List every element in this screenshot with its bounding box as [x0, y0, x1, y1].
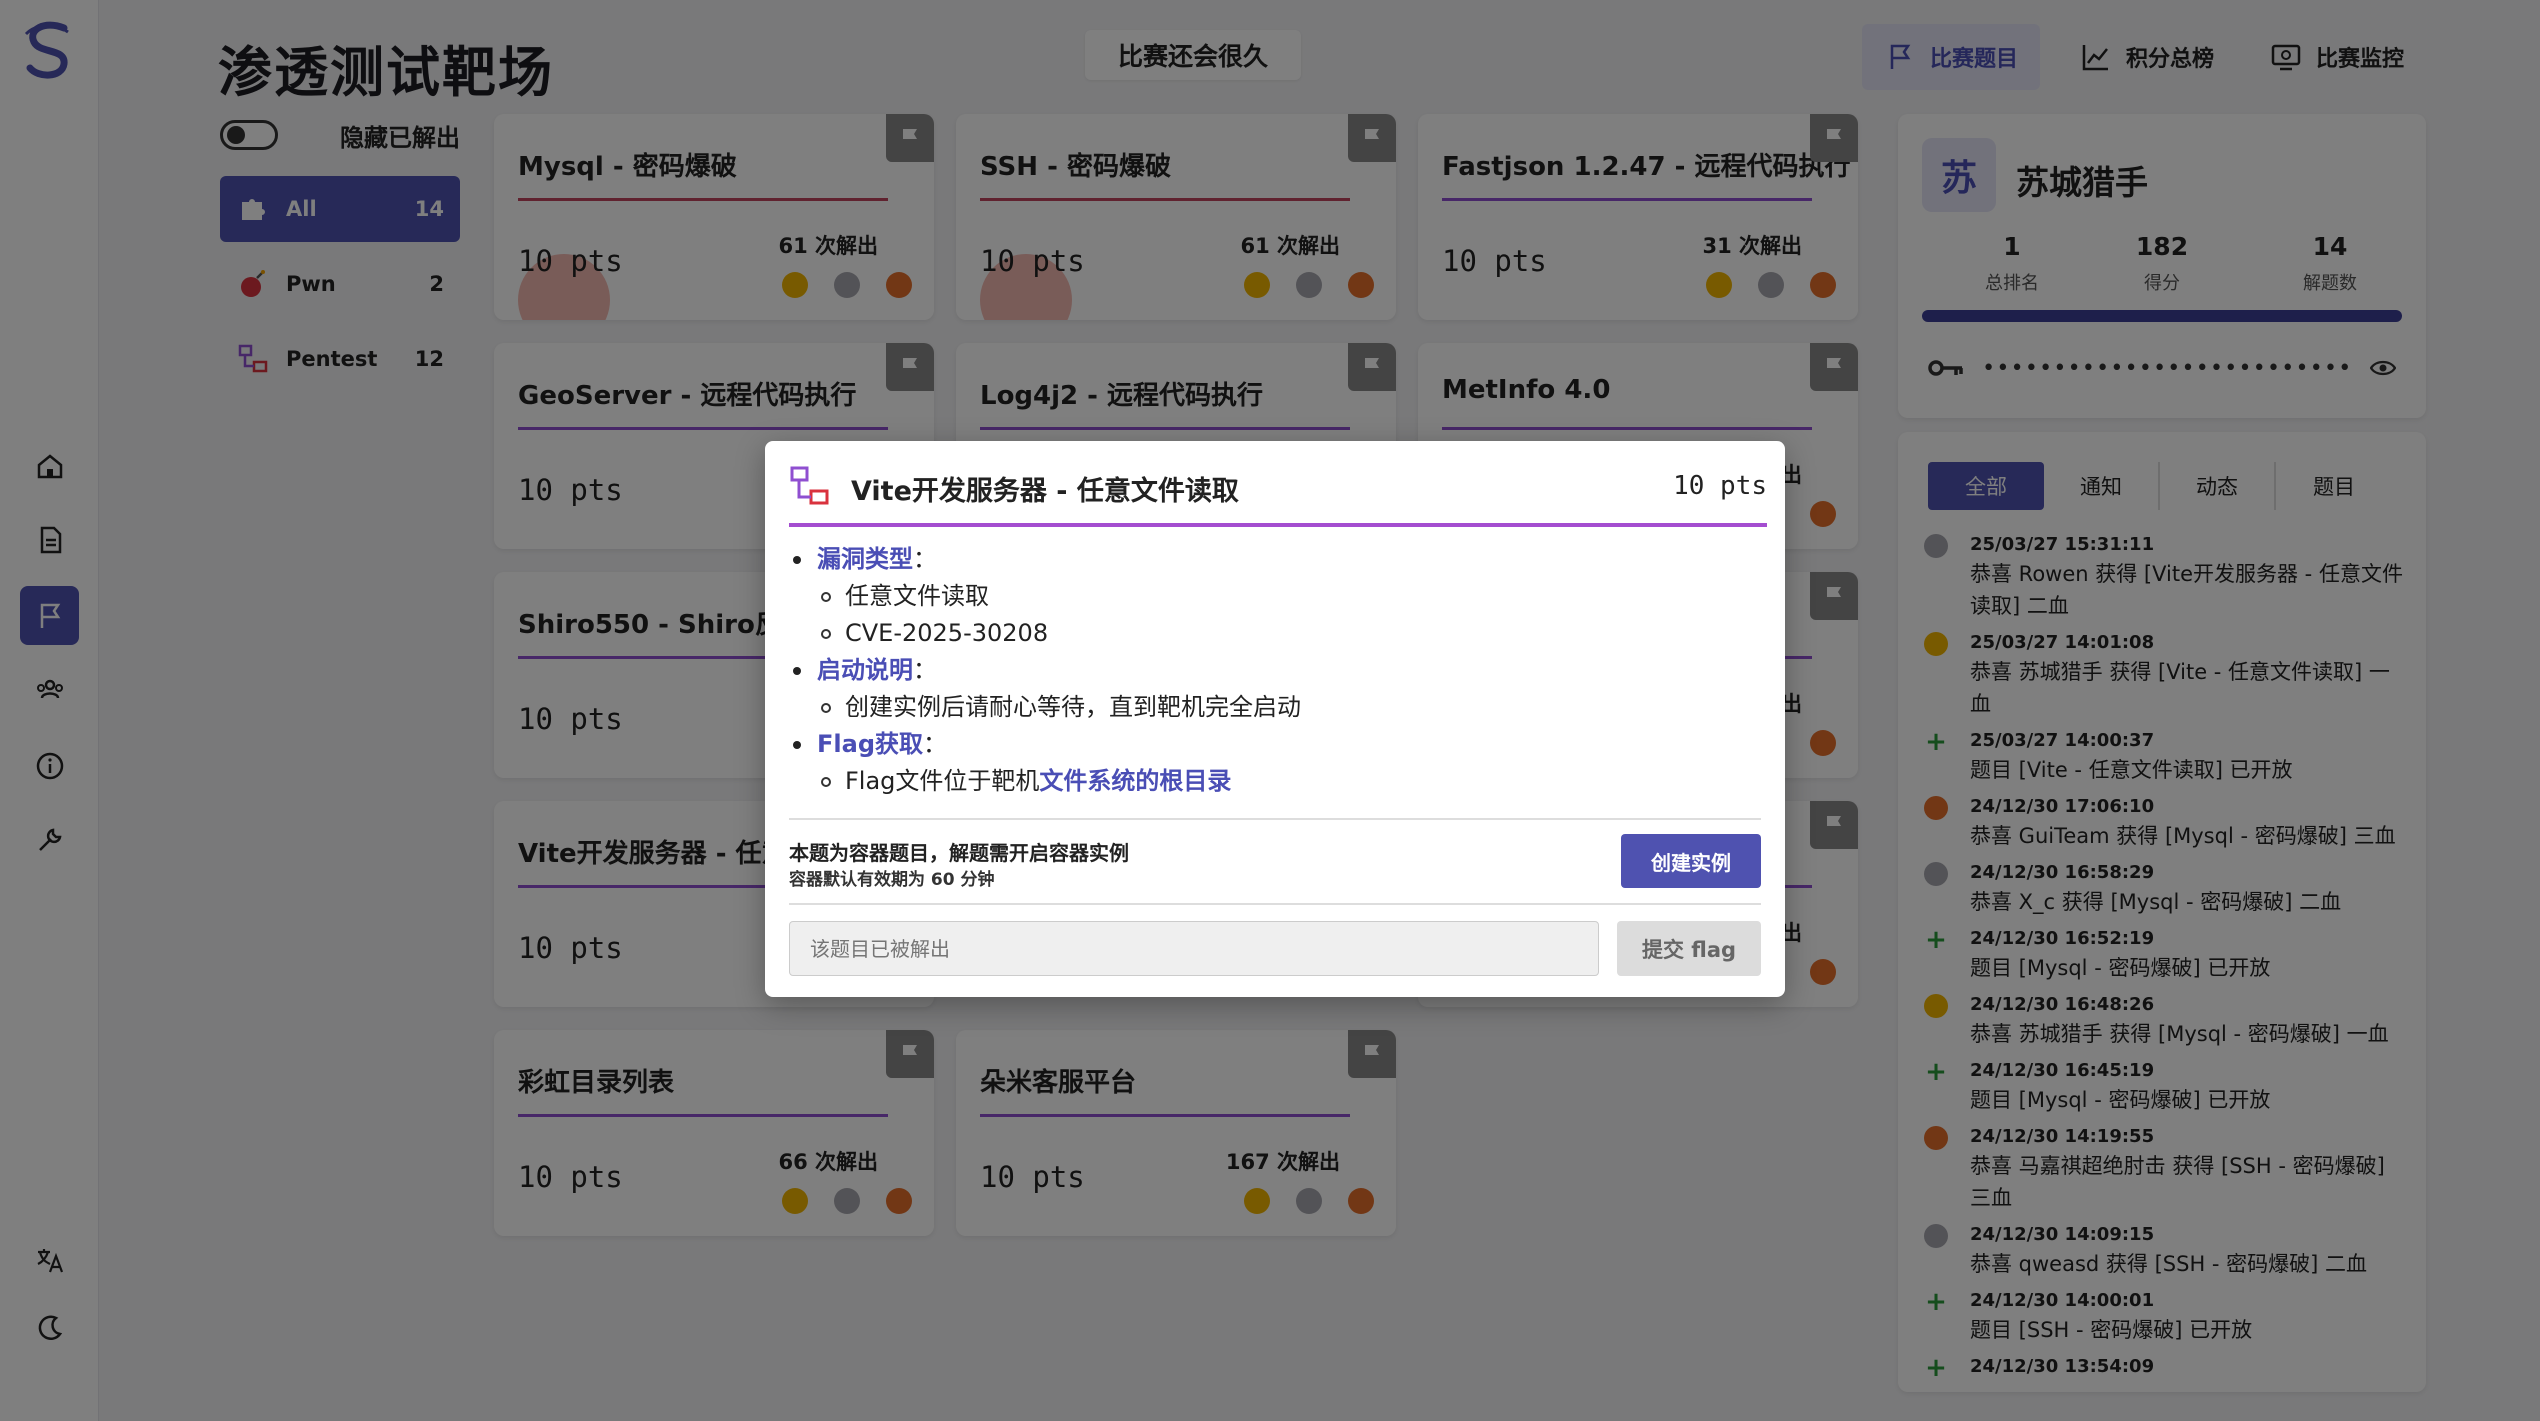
- network-icon: [790, 466, 829, 505]
- flag-input[interactable]: [789, 921, 1599, 976]
- desc-item: 创建实例后请耐心等待，直到靶机完全启动: [789, 689, 1761, 726]
- desc-item: Flag文件位于靶机 文件系统的根目录: [789, 763, 1761, 800]
- flag-key: Flag获取: [817, 730, 923, 758]
- vuln-type-key: 漏洞类型: [817, 545, 913, 573]
- colon: ：: [913, 656, 937, 684]
- desc-item: CVE-2025-30208: [789, 615, 1761, 652]
- modal-description: 漏洞类型： 任意文件读取 CVE-2025-30208 启动说明： 创建实例后请…: [789, 541, 1761, 800]
- desc-section: Flag获取：: [789, 726, 1761, 763]
- modal-title: Vite开发服务器 - 任意文件读取: [851, 476, 1239, 507]
- modal-separator: [789, 818, 1761, 820]
- modal-separator: [789, 903, 1761, 905]
- container-note: 本题为容器题目，解题需开启容器实例: [789, 841, 1129, 865]
- desc-section: 启动说明：: [789, 652, 1761, 689]
- colon: ：: [923, 730, 947, 758]
- modal-divider: [789, 523, 1767, 527]
- desc-section: 漏洞类型：: [789, 541, 1761, 578]
- submit-flag-button[interactable]: 提交 flag: [1617, 921, 1761, 976]
- launch-item: 创建实例后请耐心等待，直到靶机完全启动: [845, 693, 1301, 721]
- modal-points: 10 pts: [1673, 471, 1767, 501]
- container-ttl: 容器默认有效期为 60 分钟: [789, 870, 995, 890]
- launch-key: 启动说明: [817, 656, 913, 684]
- vuln-item: CVE-2025-30208: [845, 619, 1049, 647]
- create-instance-button[interactable]: 创建实例: [1621, 834, 1761, 888]
- vuln-item: 任意文件读取: [845, 582, 989, 610]
- flag-highlight: 文件系统的根目录: [1039, 767, 1232, 795]
- flag-prefix: Flag文件位于靶机: [845, 767, 1040, 795]
- desc-item: 任意文件读取: [789, 578, 1761, 615]
- colon: ：: [913, 545, 937, 573]
- challenge-modal: Vite开发服务器 - 任意文件读取 10 pts 漏洞类型： 任意文件读取 C…: [765, 441, 1785, 997]
